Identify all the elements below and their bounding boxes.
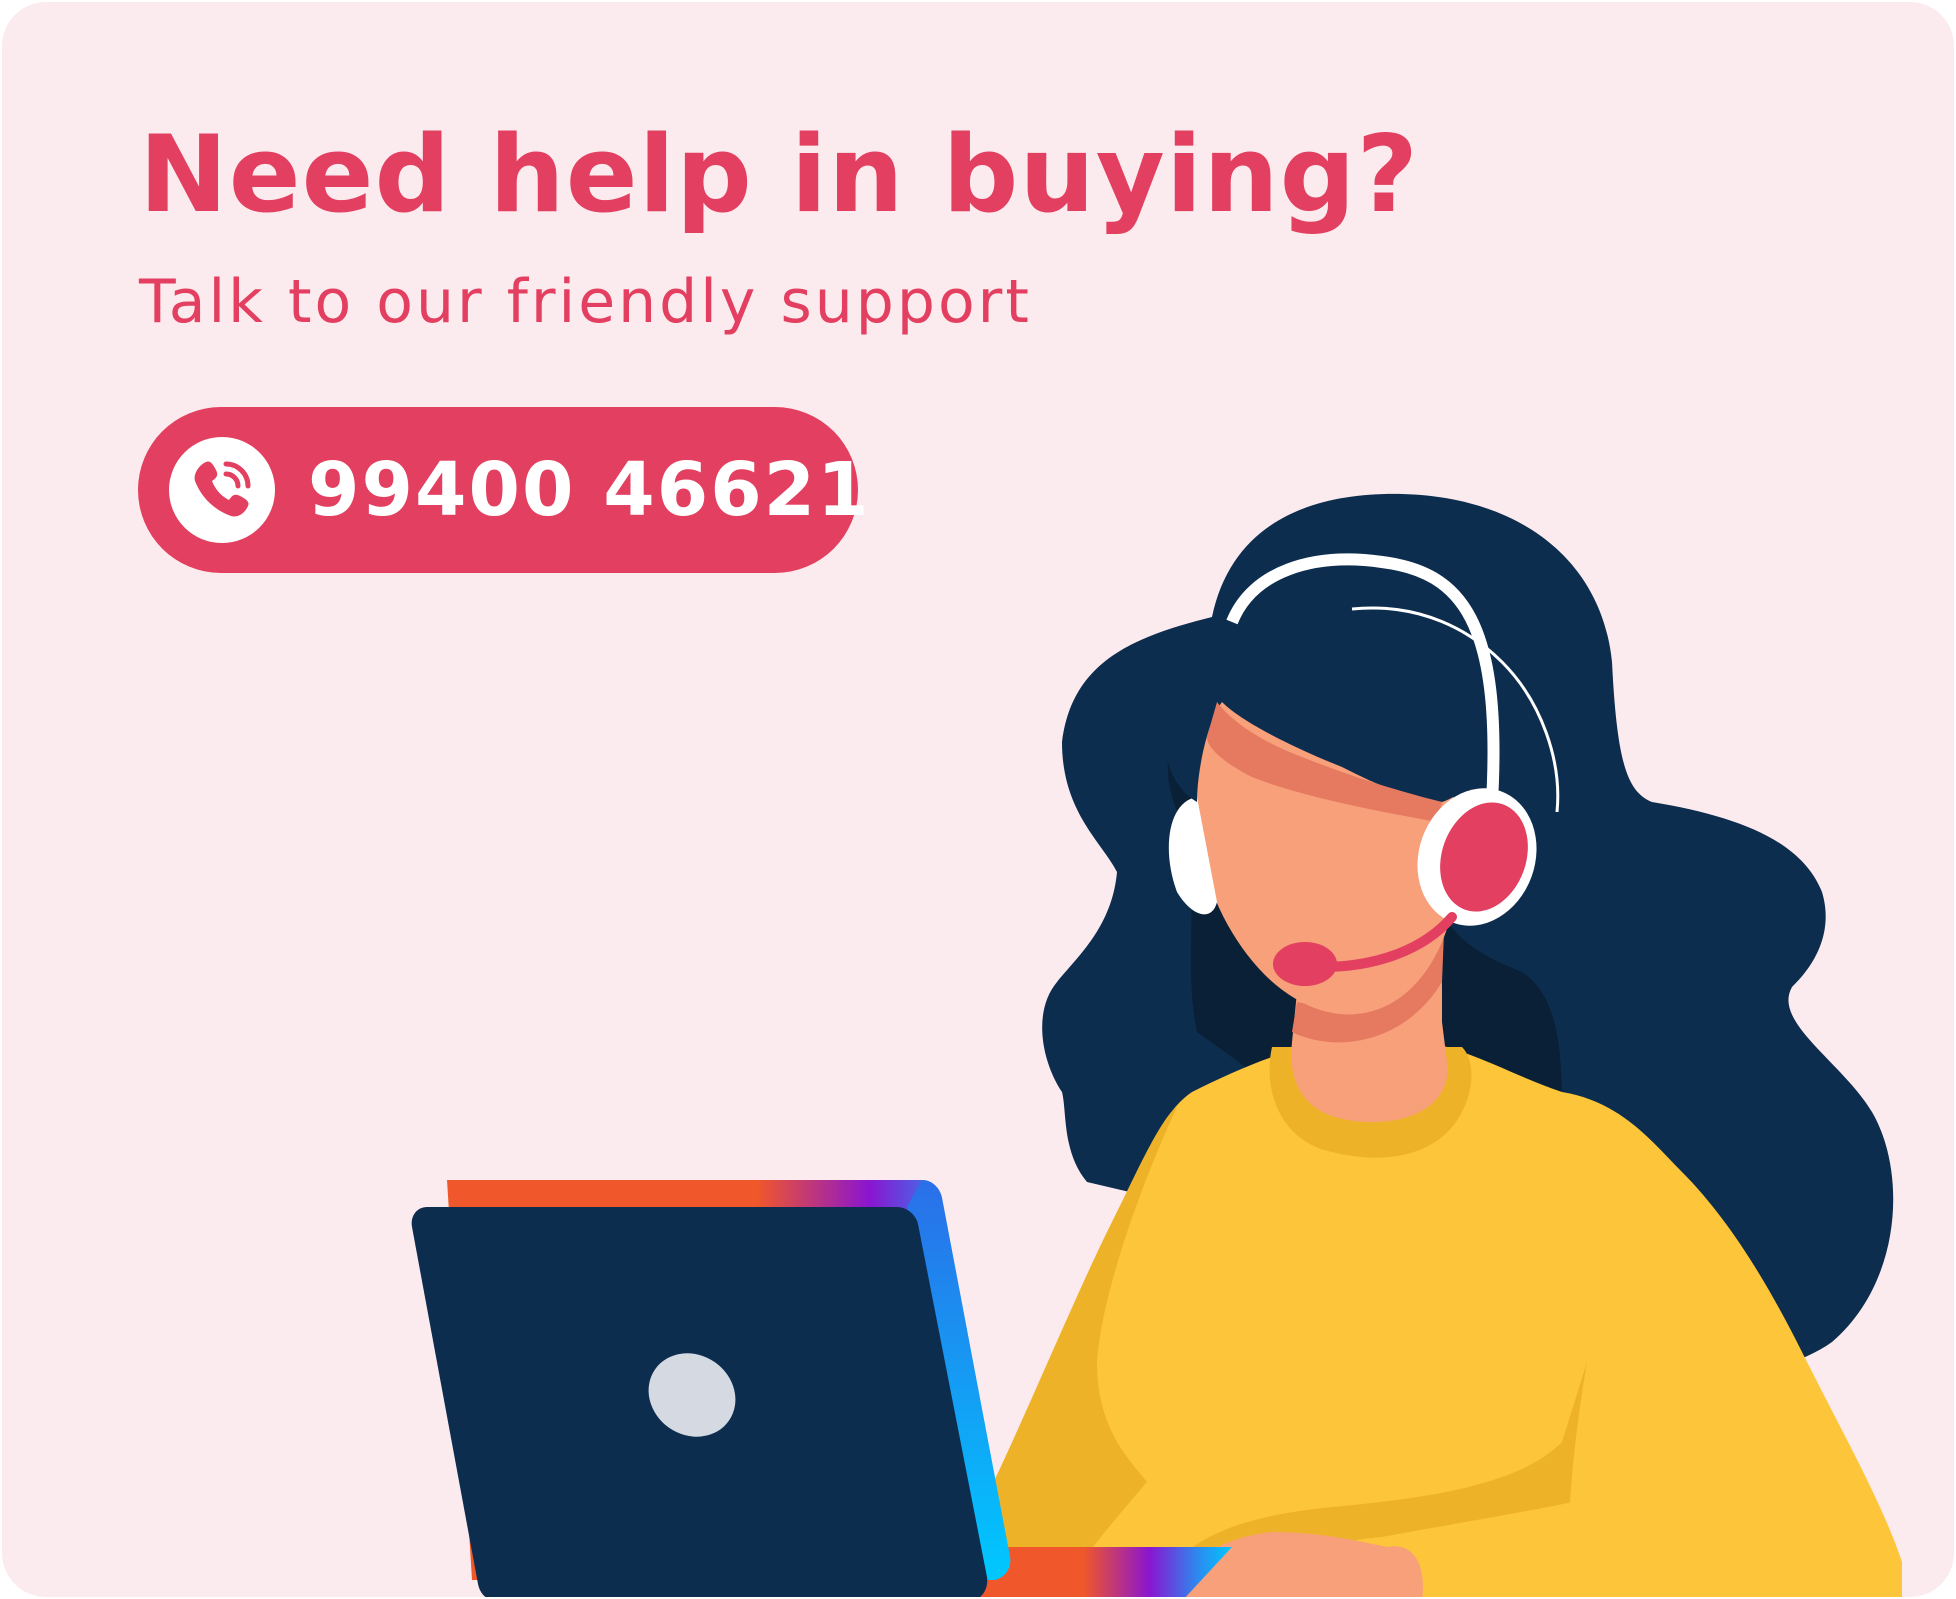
phone-number: 99400 46621 [308, 447, 871, 533]
page-title: Need help in buying? [139, 113, 1420, 236]
phone-call-icon [169, 437, 275, 543]
support-agent-illustration [411, 493, 1902, 1597]
call-support-button[interactable]: 99400 46621 [138, 407, 869, 573]
page-subtitle: Talk to our friendly support [139, 267, 1032, 337]
headset-mic [1273, 942, 1337, 986]
support-card: Need help in buying? Talk to our friendl… [2, 2, 1954, 1597]
